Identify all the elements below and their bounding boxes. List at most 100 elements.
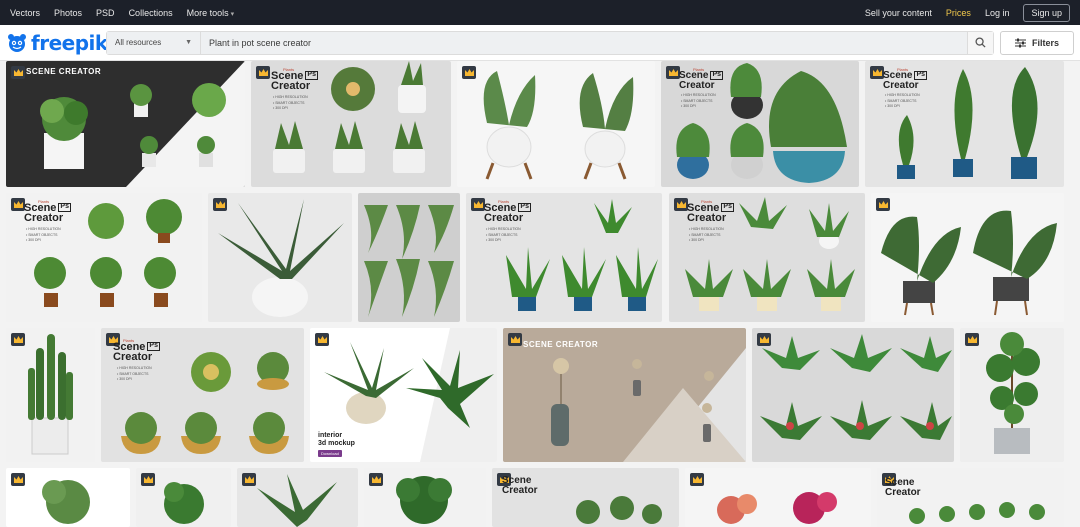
result-tile[interactable]: Plants Scene Ps Creator • HIGH RESOLUTION •…	[865, 61, 1064, 187]
tile-subtitle-2: 3d mockup	[318, 440, 355, 447]
tile-bullet: • HIGH RESOLUTION	[885, 93, 920, 97]
premium-crown-icon	[666, 66, 680, 79]
search-header: freepik All resources ▼ Plant in pot sce…	[0, 25, 1080, 61]
tile-bullets: • HIGH RESOLUTION • SMART OBJECTS • 300 DP…	[689, 227, 724, 244]
search-input[interactable]: Plant in pot scene creator	[201, 31, 967, 54]
premium-crown-icon	[256, 66, 270, 79]
tile-bullets: • HIGH RESOLUTION • SMART OBJECTS • 300 DP…	[117, 366, 152, 383]
search-button[interactable]	[967, 31, 993, 54]
nav-vectors-link[interactable]: Vectors	[10, 8, 40, 18]
result-tile[interactable]: Plants Scene Ps Creator • HIGH RESOLUTION •…	[6, 193, 202, 322]
tile-title: Scene Creator	[502, 476, 538, 496]
result-tile[interactable]: SCENE CREATOR	[6, 61, 245, 187]
plant-preview-image	[364, 205, 454, 317]
login-link[interactable]: Log in	[985, 8, 1010, 18]
tile-bullets: • HIGH RESOLUTION • SMART OBJECTS • 300 DP…	[486, 227, 521, 244]
tile-bullets: • HIGH RESOLUTION • SMART OBJECTS • 300 DP…	[26, 227, 61, 244]
nav-photos-link[interactable]: Photos	[54, 8, 82, 18]
plant-preview-image	[218, 199, 344, 317]
tile-title-line-2: Creator	[687, 212, 727, 225]
premium-crown-icon	[315, 333, 329, 346]
freepik-logo-icon	[6, 32, 28, 54]
top-nav-right: Sell your content Prices Log in Sign up	[865, 3, 1070, 22]
result-tile[interactable]	[364, 468, 486, 527]
tile-bullets: • HIGH RESOLUTION • SMART OBJECTS • 300 DP…	[681, 93, 716, 110]
result-tile[interactable]	[6, 328, 95, 462]
sell-content-link[interactable]: Sell your content	[865, 8, 932, 18]
nav-psd-link[interactable]: PSD	[96, 8, 115, 18]
premium-crown-icon	[242, 473, 256, 486]
result-tile[interactable]: Plants Scene Ps Creator • HIGH RESOLUTION •…	[669, 193, 865, 322]
tile-bullet: • 300 DPI	[681, 104, 696, 109]
tile-bullet: • HIGH RESOLUTION	[486, 227, 521, 231]
plant-preview-image	[40, 61, 245, 187]
premium-crown-icon	[508, 333, 522, 346]
nav-collections-link[interactable]: Collections	[129, 8, 173, 18]
result-tile[interactable]	[960, 328, 1064, 462]
filters-button[interactable]: Filters	[1000, 30, 1074, 55]
result-tile[interactable]	[457, 61, 655, 187]
tile-bullet: • HIGH RESOLUTION	[273, 95, 308, 99]
tile-bullet: • 300 DPI	[486, 238, 501, 243]
tile-title-line-2: Creator	[883, 79, 919, 91]
premium-crown-icon	[757, 333, 771, 346]
result-tile[interactable]	[237, 468, 358, 527]
tile-subtitle-1: interior	[318, 432, 343, 439]
premium-crown-icon	[11, 473, 25, 486]
tile-title: Scene Ps Creator	[679, 71, 724, 90]
result-tile[interactable]: Plants Scene Ps Creator • HIGH RESOLUTION •…	[466, 193, 662, 322]
result-tile[interactable]	[208, 193, 352, 322]
tile-title-line-2: Creator	[502, 484, 538, 496]
premium-crown-icon	[471, 198, 485, 211]
tile-title-line-2: Creator	[885, 486, 921, 498]
tile-bullet: • HIGH RESOLUTION	[117, 366, 152, 370]
premium-crown-icon	[141, 473, 155, 486]
ps-badge: Ps	[721, 203, 734, 212]
nav-more-tools-link[interactable]: More tools ▾	[187, 8, 235, 18]
resource-type-label: All resources	[115, 38, 162, 47]
premium-crown-icon	[11, 198, 25, 211]
prices-link[interactable]: Prices	[946, 8, 971, 18]
tile-bullet: • HIGH RESOLUTION	[26, 227, 61, 231]
result-tile[interactable]	[358, 193, 460, 322]
tile-title: Scene Creator	[885, 478, 921, 498]
tile-title: Scene Ps Creator	[271, 71, 318, 92]
premium-crown-icon	[876, 198, 890, 211]
result-tile[interactable]: Scene Creator	[877, 468, 1064, 527]
premium-crown-icon	[674, 198, 688, 211]
result-tile[interactable]: SCENE CREATOR	[503, 328, 746, 462]
premium-crown-icon	[11, 66, 25, 79]
result-tile[interactable]: Plants Scene Ps Creator • HIGH RESOLUTION •…	[251, 61, 451, 187]
tile-title: Scene Ps Creator	[24, 203, 71, 224]
result-tile[interactable]	[685, 468, 871, 527]
tile-bullets: • HIGH RESOLUTION • SMART OBJECTS • 300 DP…	[273, 95, 308, 112]
tile-title: Scene Ps Creator	[113, 342, 160, 363]
tile-bullet: • 300 DPI	[689, 238, 704, 243]
result-tile[interactable]	[136, 468, 231, 527]
plant-preview-image	[717, 492, 837, 524]
search-box: All resources ▼ Plant in pot scene creat…	[106, 30, 994, 55]
premium-crown-icon	[870, 66, 884, 79]
resource-type-select[interactable]: All resources ▼	[107, 31, 201, 54]
ps-badge: Ps	[914, 71, 928, 80]
ps-badge: Ps	[147, 342, 160, 351]
ps-badge: Ps	[518, 203, 531, 212]
result-tile[interactable]	[752, 328, 954, 462]
tile-title: SCENE CREATOR	[26, 67, 102, 76]
result-tile[interactable]: interior 3d mockup Download	[310, 328, 497, 462]
premium-crown-icon	[11, 333, 25, 346]
result-tile[interactable]: Plants Scene Ps Creator • HIGH RESOLUTION •…	[101, 328, 304, 462]
premium-crown-icon	[213, 198, 227, 211]
plant-preview-image	[986, 332, 1040, 454]
search-icon	[975, 37, 986, 48]
result-tile[interactable]: Plants Scene Ps Creator • HIGH RESOLUTION •…	[661, 61, 859, 187]
premium-crown-icon	[690, 473, 704, 486]
freepik-logo[interactable]: freepik	[6, 31, 108, 55]
tile-title-line-2: Creator	[113, 351, 153, 364]
tile-title: SCENE CREATOR	[523, 340, 599, 349]
signup-button[interactable]: Sign up	[1023, 3, 1070, 22]
result-tile[interactable]	[6, 468, 130, 527]
plant-preview-image	[483, 71, 634, 180]
result-tile[interactable]: Scene Creator	[492, 468, 679, 527]
result-tile[interactable]	[871, 193, 1064, 322]
